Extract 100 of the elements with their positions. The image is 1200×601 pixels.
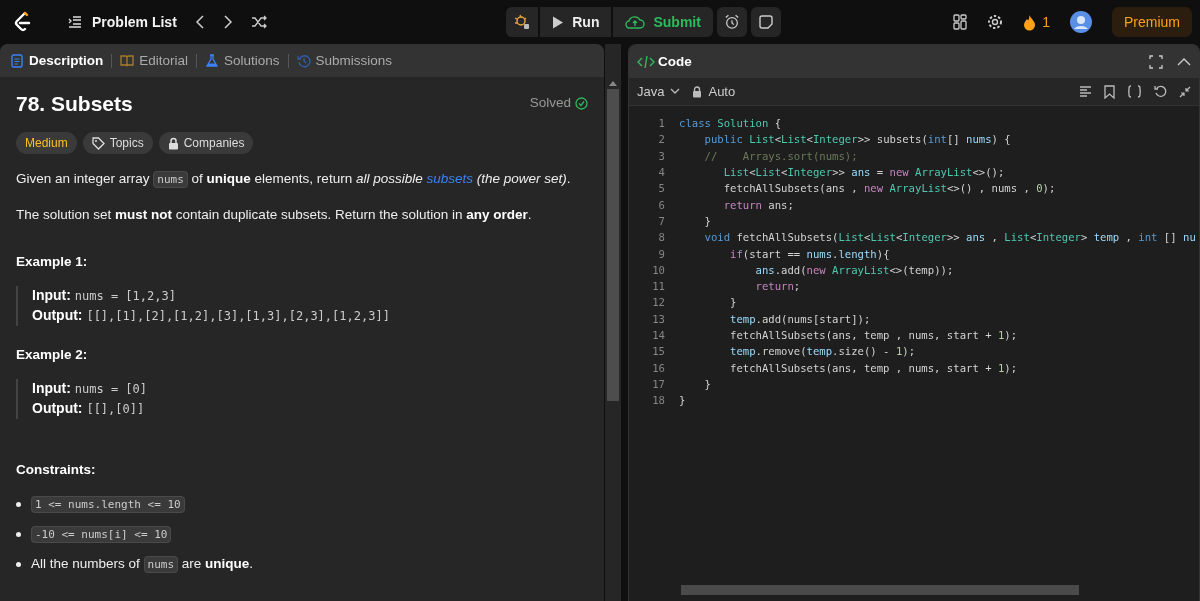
code-line: return; [754, 280, 801, 293]
constraints-heading: Constraints: [16, 460, 97, 479]
code-line: ans.add(new ArrayList<>(temp)); [754, 263, 954, 276]
tag-icon [91, 136, 105, 150]
code-line: // Arrays.sort(nums); [703, 149, 858, 162]
scrollbar[interactable] [605, 44, 621, 601]
code-line: public List<List<Integer>> subsets(int[] nums) { [703, 133, 1011, 146]
flame-icon[interactable] [1023, 13, 1037, 31]
chevron-right-icon[interactable] [222, 15, 233, 29]
braces-icon[interactable] [1127, 85, 1142, 98]
code-line: fetchAllSubsets(ans, temp , nums, start + 1); [729, 329, 1018, 341]
scrollbar[interactable] [681, 585, 1079, 595]
problem-list-button[interactable]: Problem List [50, 14, 177, 30]
line-number: 14 [651, 329, 665, 341]
tag-chip[interactable]: Topics [82, 132, 153, 155]
line-number: 10 [651, 263, 665, 276]
line-number: 1 [657, 117, 665, 130]
line-number: 5 [657, 182, 665, 195]
line-number: 15 [651, 345, 665, 358]
code-line: temp.add(nums[start]); [729, 312, 871, 325]
bookmark-icon[interactable] [1104, 84, 1115, 99]
code-line: fetchAllSubsets(ans, temp , nums, start + 1); [729, 361, 1018, 374]
shuffle-icon[interactable] [250, 15, 267, 29]
line-number: 4 [657, 166, 665, 179]
panel-tab[interactable]: Description [8, 51, 106, 70]
code-line: } [703, 214, 711, 227]
constraint-item: All the numbers of nums are unique. [31, 554, 254, 574]
example-line: Input: nums = [1,2,3] [32, 286, 177, 306]
line-number: 11 [651, 280, 665, 293]
line-number: 12 [651, 296, 665, 309]
difficulty-badge: Medium [16, 132, 77, 155]
code-line: } [703, 377, 711, 390]
format-icon[interactable] [1079, 85, 1092, 98]
problem-title: 78. Subsets [16, 91, 133, 117]
lock-icon [692, 85, 703, 98]
check-circle-icon [575, 97, 588, 111]
collapse-icon[interactable] [1177, 56, 1191, 67]
code-line: class Solution { [679, 117, 782, 130]
chevron-down-icon [670, 88, 681, 95]
chevron-left-icon[interactable] [194, 15, 205, 29]
shrink-icon[interactable] [1179, 85, 1191, 98]
flask-icon [205, 53, 220, 68]
line-number: 7 [657, 214, 665, 227]
constraint-item: -10 <= nums[i] <= 10 [31, 524, 172, 544]
panel-tab[interactable]: Submissions [294, 51, 395, 70]
description-paragraph: The solution set must not contain duplicate subsets. Return the solution in any order. [16, 206, 533, 225]
reset-icon[interactable] [1154, 85, 1167, 98]
settings-icon[interactable] [987, 14, 1004, 30]
debug-button[interactable] [506, 7, 539, 37]
code-line: return ans; [722, 198, 794, 211]
code-line: } [679, 394, 686, 407]
tag-chip[interactable]: Companies [158, 132, 254, 155]
line-number: 16 [651, 361, 665, 374]
document-icon [10, 53, 24, 68]
line-number: 17 [651, 377, 665, 390]
panel-tab[interactable]: Editorial [118, 51, 191, 70]
code-line: void fetchAllSubsets(List<List<Integer>> ans , List<Integer> temp , int [] nu [703, 231, 1196, 244]
streak-count: 1 [1042, 14, 1050, 30]
note-icon [757, 14, 774, 30]
submit-button[interactable]: Submit [613, 7, 713, 37]
history-icon [296, 53, 311, 68]
timer-button[interactable] [716, 7, 747, 37]
line-number: 9 [657, 247, 665, 260]
line-number: 3 [657, 149, 665, 162]
language-dropdown[interactable]: Java [637, 84, 681, 99]
subsets-link[interactable]: subsets [426, 171, 473, 187]
solved-status: Solved [529, 94, 588, 114]
line-number: 13 [651, 312, 665, 325]
example-line: Output: [[],[1],[2],[1,2],[3],[1,3],[2,3],[1,2,3]] [32, 306, 391, 326]
code-icon [637, 54, 655, 69]
logo-icon[interactable] [14, 11, 32, 33]
example-line: Output: [[],[0]] [32, 398, 146, 418]
cloud-upload-icon [625, 14, 646, 30]
code-line: if(start == nums.length){ [729, 247, 890, 260]
run-button[interactable]: Run [540, 7, 612, 37]
lock-icon [167, 136, 179, 150]
auto-mode-label: Auto [692, 84, 736, 99]
line-number: 18 [651, 394, 665, 407]
description-paragraph: Given an integer array nums of unique elements, return all possible subsets (the power set). [16, 170, 572, 190]
alarm-clock-icon [723, 13, 740, 31]
line-number: 8 [657, 231, 665, 244]
code-title: Code [637, 54, 692, 69]
premium-button[interactable]: Premium [1111, 7, 1192, 37]
example-heading: Example 1: [16, 253, 89, 272]
book-icon [120, 53, 135, 68]
line-number: 2 [657, 133, 665, 146]
notes-button[interactable] [750, 7, 781, 37]
code-line: temp.remove(temp.size() - 1); [729, 345, 916, 358]
play-icon [552, 15, 565, 29]
fullscreen-icon[interactable] [1149, 54, 1163, 69]
example-line: Input: nums = [0] [32, 378, 148, 398]
constraint-item: 1 <= nums.length <= 10 [31, 494, 185, 514]
code-line: } [729, 296, 737, 309]
panel-tab[interactable]: Solutions [203, 51, 282, 70]
avatar-icon[interactable] [1069, 11, 1092, 33]
code-line: List<List<Integer>> ans = new ArrayList<>(); [722, 166, 1005, 179]
bug-lock-icon [514, 14, 531, 30]
example-heading: Example 2: [16, 346, 89, 365]
line-number: 6 [657, 198, 665, 211]
layout-icon[interactable] [953, 14, 968, 30]
